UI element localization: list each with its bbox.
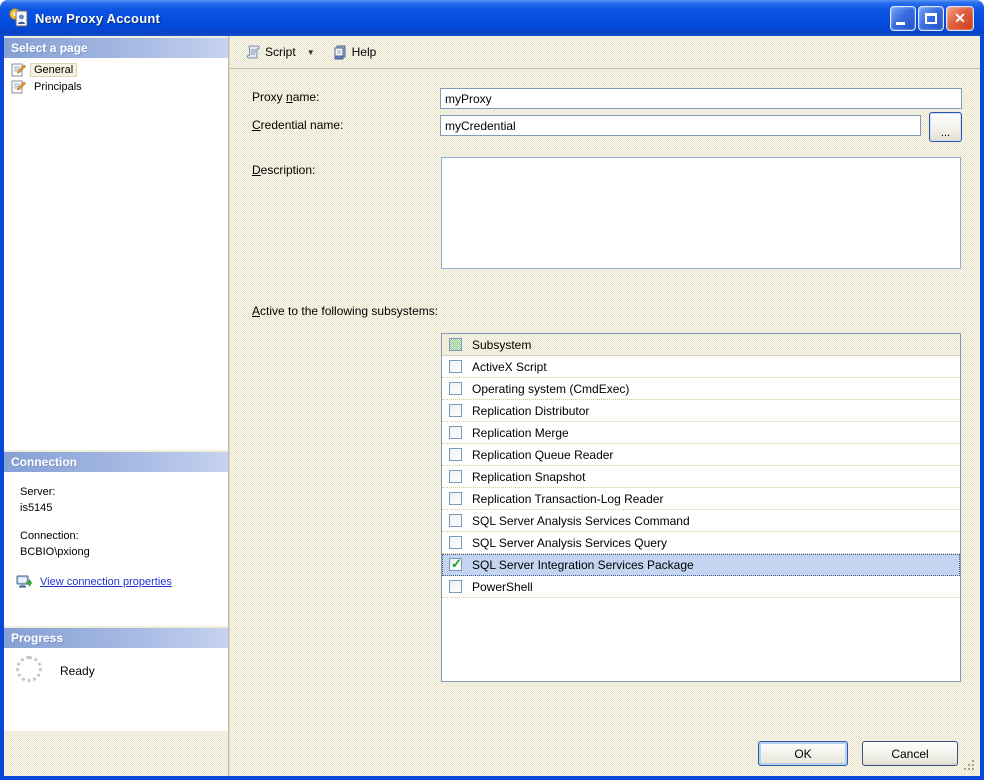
subsystem-label: SQL Server Analysis Services Query [472,535,667,550]
subsystem-label: Replication Snapshot [472,469,586,484]
subsystem-row[interactable]: Replication Transaction-Log Reader [442,488,960,510]
connection-panel: Server: is5145 Connection: BCBIO\pxiong [4,472,228,626]
credential-name-input[interactable] [440,115,921,136]
checkbox-unchecked-icon[interactable] [449,426,462,439]
progress-header: Progress [4,628,228,648]
subsystem-label: SQL Server Analysis Services Command [472,513,690,528]
titlebar[interactable]: New Proxy Account ✕ [0,0,984,36]
progress-status: Ready [60,664,95,678]
credential-name-label: Credential name: [252,118,344,132]
sidebar-item-principals[interactable]: Principals [4,78,228,95]
checkbox-unchecked-icon[interactable] [449,536,462,549]
help-button[interactable]: Help [327,41,382,63]
main-pane: Script ▼ Help Proxy name: myProxy Creden… [230,36,980,776]
select-all-checkbox[interactable] [449,338,462,351]
close-icon: ✕ [954,10,966,26]
proxy-name-label: Proxy name: [252,90,320,104]
checkbox-unchecked-icon[interactable] [449,470,462,483]
help-button-label: Help [351,45,377,59]
window-controls: ✕ [890,6,974,31]
subsystem-row[interactable]: Replication Queue Reader [442,444,960,466]
subsystem-row[interactable]: Operating system (CmdExec) [442,378,960,400]
subsystem-label: SQL Server Integration Services Package [472,557,694,572]
checkbox-unchecked-icon[interactable] [449,404,462,417]
subsystem-row[interactable]: SQL Server Analysis Services Query [442,532,960,554]
ok-button[interactable]: OK [758,741,848,766]
subsystem-label: Operating system (CmdExec) [472,381,630,396]
select-a-page-header-label: Select a page [11,41,88,55]
script-button-label: Script [265,45,296,59]
checkbox-unchecked-icon[interactable] [449,360,462,373]
subsystems-list: Subsystem ActiveX Script Operating system… [441,333,961,682]
progress-panel: Ready [4,648,228,731]
dialog-body: Select a page General Principals Connect… [4,36,980,776]
checkbox-unchecked-icon[interactable] [449,492,462,505]
connection-header-label: Connection [11,455,77,469]
minimize-button[interactable] [890,6,916,31]
description-input[interactable] [441,157,961,269]
page-icon [10,79,26,95]
connection-label: Connection: [20,530,79,542]
subsystem-label: PowerShell [472,579,533,594]
select-a-page-header: Select a page [4,38,228,58]
connection-properties-icon [16,574,33,590]
subsystem-row[interactable]: Replication Snapshot [442,466,960,488]
description-label: Description: [252,163,316,177]
subsystems-label: Active to the following subsystems: [252,304,439,318]
subsystem-row[interactable]: SQL Server Integration Services Package [442,554,960,576]
connection-header: Connection [4,452,228,472]
maximize-icon [925,13,937,24]
new-proxy-account-dialog: New Proxy Account ✕ Select a page Genera… [0,0,984,780]
connection-value: BCBIO\pxiong [20,546,90,558]
toolbar: Script ▼ Help [230,36,980,69]
subsystem-label: Replication Queue Reader [472,447,614,462]
view-connection-properties-link[interactable]: View connection properties [40,574,172,590]
subsystem-label: ActiveX Script [472,359,547,374]
page-icon [10,62,26,78]
browse-credential-button[interactable]: ... [929,112,962,142]
subsystems-rows: ActiveX Script Operating system (CmdExec)… [442,356,960,598]
subsystem-label: Replication Merge [472,425,569,440]
server-value: is5145 [20,502,53,514]
sidebar: Select a page General Principals Connect… [4,36,228,776]
subsystem-row[interactable]: Replication Distributor [442,400,960,422]
checkbox-checked-icon[interactable] [449,556,462,572]
checkbox-unchecked-icon[interactable] [449,514,462,527]
server-label: Server: [20,486,56,498]
script-dropdown-icon[interactable]: ▼ [307,48,315,57]
script-icon [245,44,261,60]
sidebar-item-label: Principals [34,80,82,93]
checkbox-unchecked-icon[interactable] [449,580,462,593]
subsystem-label: Replication Transaction-Log Reader [472,491,664,506]
subsystem-label: Replication Distributor [472,403,590,418]
spinner-icon [16,656,42,682]
maximize-button[interactable] [918,6,944,31]
subsystem-row[interactable]: SQL Server Analysis Services Command [442,510,960,532]
minimize-icon [896,22,905,25]
sidebar-item-general[interactable]: General [4,61,228,78]
subsystem-row[interactable]: ActiveX Script [442,356,960,378]
resize-grip-icon[interactable] [962,758,976,772]
subsystems-column-header: Subsystem [472,337,532,352]
checkbox-unchecked-icon[interactable] [449,382,462,395]
close-button[interactable]: ✕ [946,6,974,31]
window-title: New Proxy Account [35,10,161,26]
script-button[interactable]: Script [240,41,301,63]
cancel-button[interactable]: Cancel [862,741,958,766]
progress-header-label: Progress [11,631,64,645]
subsystem-row[interactable]: Replication Merge [442,422,960,444]
help-icon [332,44,348,60]
pages-panel: General Principals [4,58,228,450]
checkbox-unchecked-icon[interactable] [449,448,462,461]
subsystems-list-header: Subsystem [442,334,960,356]
window-icon [9,8,29,28]
sidebar-item-label: General [29,62,78,77]
proxy-name-input[interactable] [440,88,962,109]
subsystem-row[interactable]: PowerShell [442,576,960,598]
